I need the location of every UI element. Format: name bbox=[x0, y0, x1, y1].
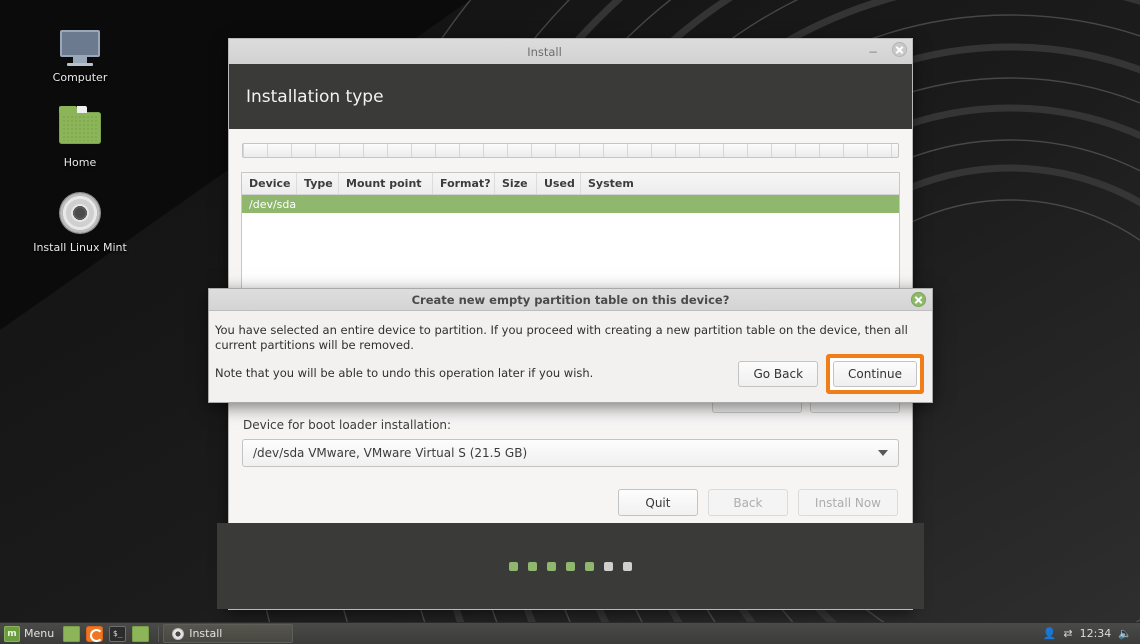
files-icon[interactable] bbox=[132, 626, 149, 642]
network-icon[interactable]: ⇄ bbox=[1063, 627, 1072, 640]
window-titlebar[interactable]: Install − bbox=[228, 38, 913, 64]
menu-label: Menu bbox=[24, 627, 54, 640]
dialog-title: Create new empty partition table on this… bbox=[209, 293, 932, 307]
page-header: Installation type bbox=[228, 64, 913, 129]
cell-device: /dev/sda bbox=[249, 198, 296, 211]
table-row[interactable]: /dev/sda bbox=[242, 195, 899, 213]
close-button[interactable] bbox=[886, 42, 912, 61]
volume-icon[interactable]: 🔈 bbox=[1118, 627, 1132, 640]
show-desktop-icon[interactable] bbox=[63, 626, 80, 642]
window-close-icon bbox=[892, 42, 907, 57]
column-header-device[interactable]: Device bbox=[242, 173, 297, 194]
taskbar[interactable]: m Menu $_ Install 👤 ⇄ 12:34 🔈 bbox=[0, 622, 1140, 644]
partition-usage-bar[interactable] bbox=[242, 143, 899, 158]
quit-button[interactable]: Quit bbox=[618, 489, 698, 516]
computer-monitor-icon bbox=[25, 18, 135, 68]
taskbar-window-install[interactable]: Install bbox=[163, 624, 293, 643]
bootloader-label: Device for boot loader installation: bbox=[243, 418, 900, 432]
desktop[interactable]: Computer Home Install Linux Mint Install… bbox=[0, 0, 1140, 644]
column-header-mount-point[interactable]: Mount point bbox=[339, 173, 433, 194]
taskbar-separator bbox=[158, 626, 159, 642]
clock[interactable]: 12:34 bbox=[1080, 627, 1112, 640]
column-header-used[interactable]: Used bbox=[537, 173, 581, 194]
desktop-icon-home[interactable]: Home bbox=[25, 103, 135, 170]
confirm-partition-table-dialog[interactable]: Create new empty partition table on this… bbox=[208, 288, 933, 403]
menu-button[interactable]: m Menu bbox=[0, 623, 58, 644]
page-title: Installation type bbox=[246, 87, 384, 107]
desktop-icon-label: Computer bbox=[25, 71, 135, 85]
column-header-format[interactable]: Format? bbox=[433, 173, 495, 194]
column-header-type[interactable]: Type bbox=[297, 173, 339, 194]
minimize-icon: − bbox=[868, 45, 878, 59]
dialog-close-button[interactable] bbox=[911, 292, 926, 311]
desktop-icon-computer[interactable]: Computer bbox=[25, 18, 135, 85]
dialog-titlebar: Create new empty partition table on this… bbox=[209, 289, 932, 311]
bootloader-device-select[interactable]: /dev/sda VMware, VMware Virtual S (21.5 … bbox=[242, 439, 899, 467]
column-header-system[interactable]: System bbox=[581, 173, 899, 194]
minimize-button[interactable]: − bbox=[860, 46, 886, 58]
quick-launch-bar: $_ bbox=[58, 623, 154, 644]
install-now-button: Install Now bbox=[798, 489, 898, 516]
terminal-icon[interactable]: $_ bbox=[109, 626, 126, 642]
user-icon[interactable]: 👤 bbox=[1043, 627, 1057, 640]
home-folder-icon bbox=[25, 103, 135, 153]
continue-button[interactable]: Continue bbox=[833, 361, 917, 387]
dialog-close-icon bbox=[911, 292, 926, 307]
progress-dot bbox=[623, 562, 632, 571]
progress-dot bbox=[585, 562, 594, 571]
back-button: Back bbox=[708, 489, 788, 516]
cd-disc-icon bbox=[25, 188, 135, 238]
bootloader-selected-value: /dev/sda VMware, VMware Virtual S (21.5 … bbox=[253, 446, 878, 460]
taskbar-window-label: Install bbox=[189, 627, 222, 640]
desktop-icon-label: Install Linux Mint bbox=[25, 241, 135, 255]
firefox-icon[interactable] bbox=[86, 626, 103, 642]
desktop-icon-install-linux-mint[interactable]: Install Linux Mint bbox=[25, 188, 135, 255]
progress-dot bbox=[566, 562, 575, 571]
progress-dot bbox=[509, 562, 518, 571]
desktop-icon-label: Home bbox=[25, 156, 135, 170]
system-tray: 👤 ⇄ 12:34 🔈 bbox=[1043, 627, 1140, 640]
wizard-buttons: Quit Back Install Now bbox=[241, 489, 900, 516]
chevron-down-icon bbox=[878, 450, 888, 456]
continue-button-highlight: Continue bbox=[826, 354, 924, 394]
progress-dot bbox=[528, 562, 537, 571]
progress-dots bbox=[217, 523, 924, 609]
dialog-buttons: Go Back Continue bbox=[738, 354, 924, 394]
cd-disc-icon bbox=[172, 628, 184, 640]
go-back-button[interactable]: Go Back bbox=[738, 361, 818, 387]
progress-dot bbox=[604, 562, 613, 571]
table-header-row: Device Type Mount point Format? Size Use… bbox=[242, 173, 899, 195]
dialog-message-primary: You have selected an entire device to pa… bbox=[215, 323, 926, 353]
column-header-size[interactable]: Size bbox=[495, 173, 537, 194]
window-title: Install bbox=[229, 45, 860, 59]
mint-logo-icon: m bbox=[4, 626, 20, 642]
progress-dot bbox=[547, 562, 556, 571]
